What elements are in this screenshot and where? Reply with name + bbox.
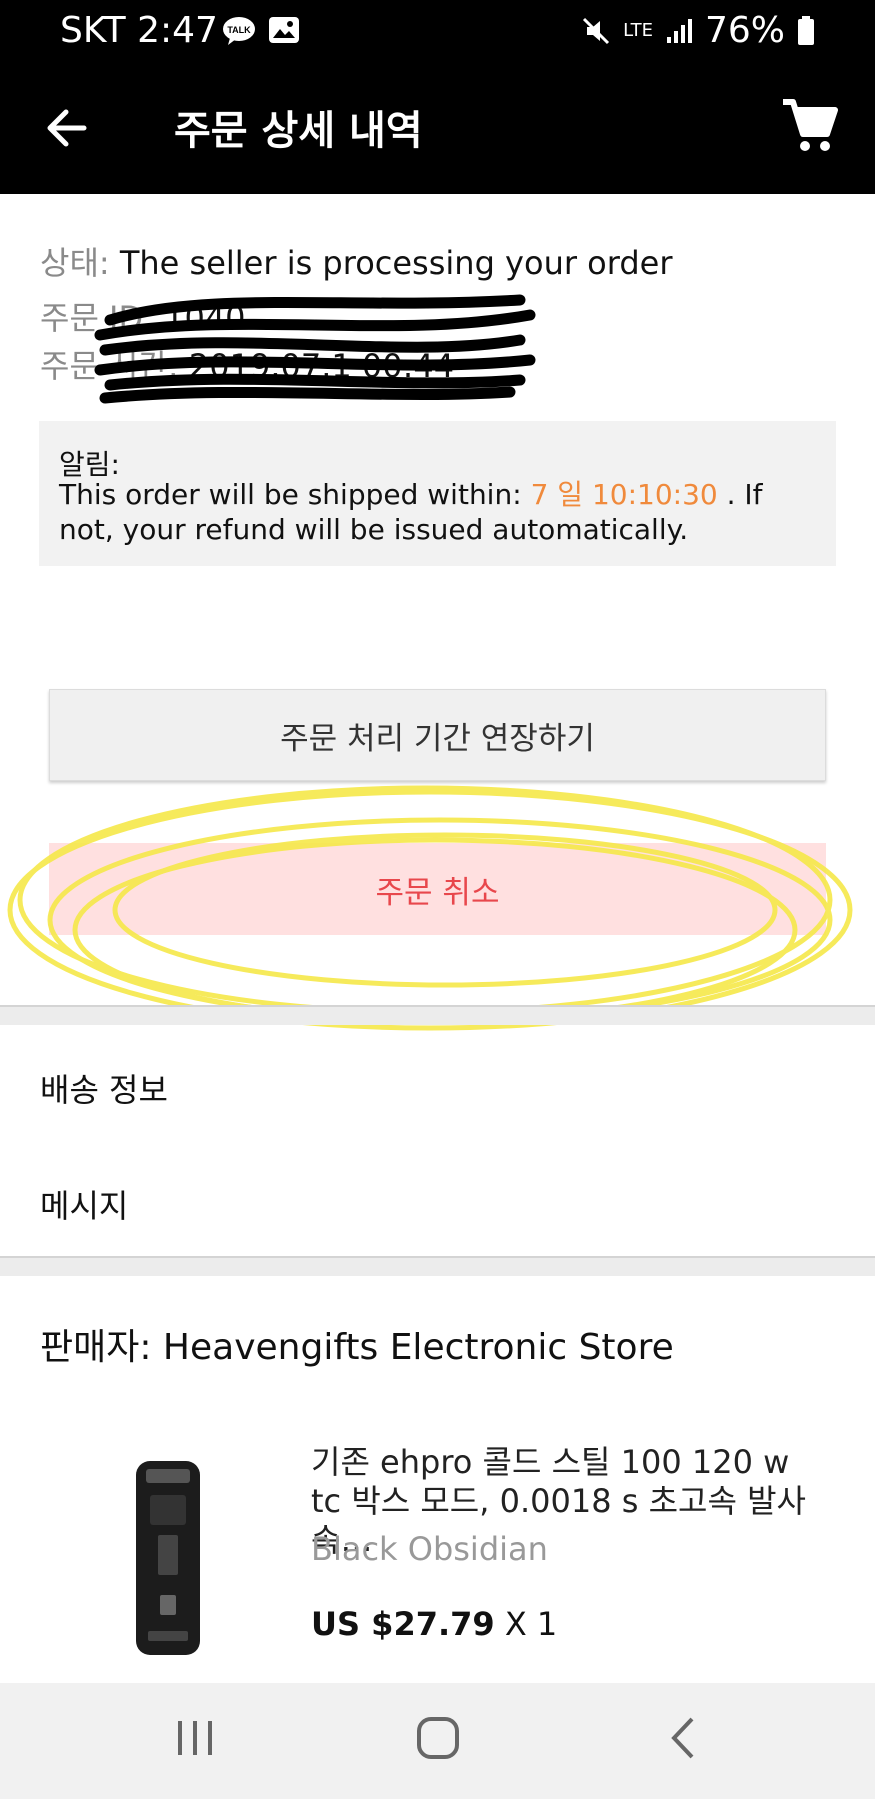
cancel-order-button[interactable]: 주문 취소 <box>49 843 826 935</box>
status-right: LTE 76% <box>581 10 815 51</box>
order-status: 상태: The seller is processing your order <box>40 238 673 284</box>
notice-text-before: This order will be shipped within: <box>59 478 522 511</box>
cart-icon[interactable] <box>779 96 839 156</box>
status-bar: SKT 2:47 TALK LTE 76% <box>0 0 875 60</box>
page-title: 주문 상세 내역 <box>174 108 423 154</box>
product-image[interactable] <box>130 1455 206 1660</box>
recents-icon[interactable] <box>170 1713 220 1763</box>
quantity: X 1 <box>504 1605 558 1643</box>
mute-icon <box>583 17 610 44</box>
shipping-info-link[interactable]: 배송 정보 <box>40 1065 168 1111</box>
notice-text: This order will be shipped within: 7 일 1… <box>59 477 819 547</box>
shipping-countdown: 7 일 10:10:30 <box>530 478 718 511</box>
system-nav-bar <box>0 1683 875 1799</box>
battery-icon <box>798 15 814 45</box>
product-price: US $27.79 X 1 <box>311 1605 557 1643</box>
price-value: US $27.79 <box>311 1605 495 1643</box>
seller-name[interactable]: 판매자: Heavengifts Electronic Store <box>40 1318 674 1370</box>
section-divider <box>0 1256 875 1276</box>
extend-processing-button[interactable]: 주문 처리 기간 연장하기 <box>49 689 826 781</box>
notice-box: 알림: This order will be shipped within: 7… <box>39 421 836 566</box>
back-nav-icon[interactable] <box>660 1713 710 1763</box>
arrow-left-icon[interactable] <box>40 100 96 156</box>
talk-badge: TALK <box>227 25 251 35</box>
redaction-scribble <box>94 294 536 404</box>
battery-percent: 76% <box>704 10 785 51</box>
signal-icon <box>666 18 692 43</box>
app-bar: 주문 상세 내역 <box>0 60 875 194</box>
status-value: The seller is processing your order <box>119 244 673 282</box>
section-divider <box>0 1005 875 1025</box>
gallery-icon <box>269 17 299 43</box>
product-variant: Black Obsidian <box>311 1530 548 1568</box>
talk-icon: TALK <box>223 17 255 45</box>
status-label: 상태: <box>40 244 110 282</box>
message-link[interactable]: 메시지 <box>40 1181 128 1227</box>
carrier-time: SKT 2:47 <box>60 10 218 51</box>
network-label: LTE <box>623 19 653 41</box>
home-icon[interactable] <box>413 1713 463 1763</box>
